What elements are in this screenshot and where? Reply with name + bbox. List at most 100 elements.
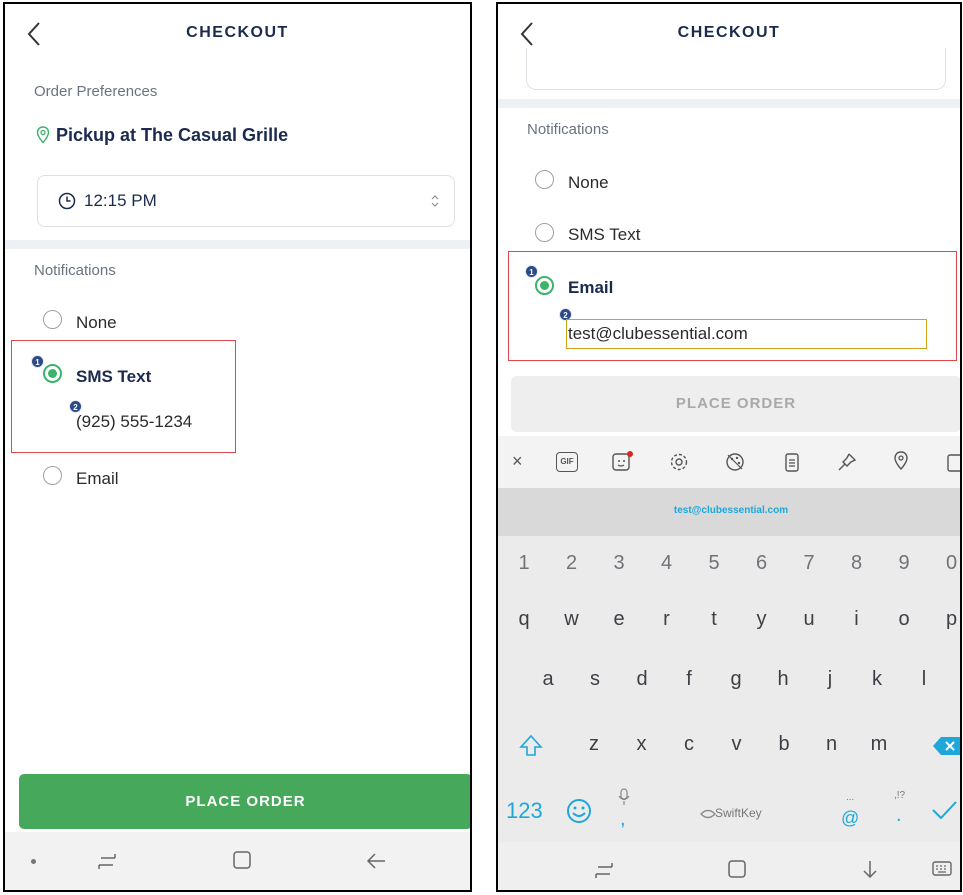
key-f[interactable]: f [669, 668, 709, 691]
left-phone-screen: CHECKOUT Order Preferences Pickup at The… [3, 2, 472, 892]
sticker-icon[interactable] [610, 450, 634, 474]
home-icon[interactable] [231, 849, 253, 871]
radio-email[interactable] [535, 276, 554, 295]
key-9[interactable]: 9 [884, 552, 924, 575]
calendar-icon[interactable] [944, 451, 962, 473]
key-a[interactable]: a [528, 668, 568, 691]
key-o[interactable]: o [884, 608, 924, 631]
key-3[interactable]: 3 [599, 552, 639, 575]
emoji-icon[interactable] [565, 797, 593, 825]
suggestion-strip: test@clubessential.com [498, 488, 960, 536]
key-row-1: qwertyuiop [498, 608, 961, 642]
radio-none[interactable] [43, 310, 62, 329]
key-y[interactable]: y [742, 608, 782, 631]
key-row-2: asdfghjkl [498, 668, 960, 702]
clipboard-icon[interactable] [782, 451, 802, 473]
at-key[interactable]: @ [841, 808, 859, 829]
option-email-label: Email [568, 278, 614, 297]
step-badge-1: 1 [31, 355, 44, 368]
gif-icon[interactable]: GIF [556, 452, 578, 472]
email-input[interactable]: test@clubessential.com [566, 319, 927, 349]
key-d[interactable]: d [622, 668, 662, 691]
order-preferences-label: Order Preferences [34, 83, 158, 100]
key-k[interactable]: k [857, 668, 897, 691]
checkmark-enter-icon[interactable] [930, 798, 958, 822]
radio-email[interactable] [43, 466, 62, 485]
pin-icon[interactable] [836, 451, 858, 473]
key-l[interactable]: l [904, 668, 944, 691]
notifications-label: Notifications [527, 121, 609, 138]
settings-gear-icon[interactable] [668, 451, 690, 473]
microphone-icon[interactable] [617, 788, 631, 806]
key-4[interactable]: 4 [647, 552, 687, 575]
key-i[interactable]: i [837, 608, 877, 631]
place-order-button[interactable]: PLACE ORDER [511, 376, 960, 432]
key-5[interactable]: 5 [694, 552, 734, 575]
key-q[interactable]: q [504, 608, 544, 631]
section-divider [498, 99, 960, 108]
key-v[interactable]: v [717, 733, 757, 756]
suggestion-item[interactable]: test@clubessential.com [498, 505, 960, 516]
location-icon[interactable] [892, 450, 910, 472]
step-badge-1: 1 [525, 265, 538, 278]
key-j[interactable]: j [810, 668, 850, 691]
number-row: 1234567890 [498, 552, 961, 586]
key-e[interactable]: e [599, 608, 639, 631]
key-s[interactable]: s [575, 668, 615, 691]
time-select-partial[interactable] [526, 48, 946, 90]
close-icon[interactable]: × [512, 451, 523, 472]
email-input-value: test@clubessential.com [568, 324, 748, 343]
key-z[interactable]: z [574, 733, 614, 756]
space-bar[interactable]: SwiftKey [663, 800, 823, 828]
key-b[interactable]: b [764, 733, 804, 756]
page-title: CHECKOUT [677, 24, 781, 41]
key-w[interactable]: w [552, 608, 592, 631]
key-u[interactable]: u [789, 608, 829, 631]
dot-indicator-icon [31, 859, 36, 864]
period-key[interactable]: . [896, 804, 902, 827]
key-p[interactable]: p [932, 608, 961, 631]
phone-number-field[interactable]: (925) 555-1234 [76, 412, 192, 432]
key-m[interactable]: m [859, 733, 899, 756]
shift-icon[interactable] [518, 733, 544, 759]
key-n[interactable]: n [812, 733, 852, 756]
key-7[interactable]: 7 [789, 552, 829, 575]
comma-key[interactable]: , [620, 808, 626, 831]
key-1[interactable]: 1 [504, 552, 544, 575]
recent-apps-icon[interactable] [95, 850, 119, 872]
key-2[interactable]: 2 [552, 552, 592, 575]
key-row-3: zxcvbnm [498, 733, 960, 767]
clock-icon [58, 192, 76, 210]
option-sms-label: SMS Text [76, 367, 152, 386]
hide-keyboard-icon[interactable] [859, 858, 881, 880]
home-icon[interactable] [726, 858, 748, 880]
key-c[interactable]: c [669, 733, 709, 756]
key-0[interactable]: 0 [932, 552, 961, 575]
option-none-label: None [568, 173, 609, 192]
place-order-button[interactable]: PLACE ORDER [19, 774, 470, 829]
option-sms-label: SMS Text [568, 225, 641, 244]
pickup-location: Pickup at The Casual Grille [56, 125, 289, 145]
pickup-time-select[interactable]: 12:15 PM [37, 175, 455, 227]
option-none-label: None [76, 313, 117, 332]
recent-apps-icon[interactable] [592, 859, 616, 881]
key-6[interactable]: 6 [742, 552, 782, 575]
keyboard-switch-icon[interactable] [931, 859, 953, 879]
key-x[interactable]: x [622, 733, 662, 756]
key-r[interactable]: r [647, 608, 687, 631]
key-g[interactable]: g [716, 668, 756, 691]
numeric-toggle-key[interactable]: 123 [506, 798, 543, 824]
key-h[interactable]: h [763, 668, 803, 691]
period-key-alt: ,!? [894, 790, 906, 801]
radio-sms-text[interactable] [535, 223, 554, 242]
radio-none[interactable] [535, 170, 554, 189]
select-chevron-icon [431, 195, 439, 207]
backspace-icon[interactable] [932, 735, 962, 757]
theme-palette-icon[interactable] [724, 451, 746, 473]
key-8[interactable]: 8 [837, 552, 877, 575]
location-pin-icon [36, 126, 50, 144]
key-t[interactable]: t [694, 608, 734, 631]
back-nav-icon[interactable] [365, 850, 387, 872]
at-key-alt: ... [846, 792, 855, 803]
radio-sms-text[interactable] [43, 364, 62, 383]
